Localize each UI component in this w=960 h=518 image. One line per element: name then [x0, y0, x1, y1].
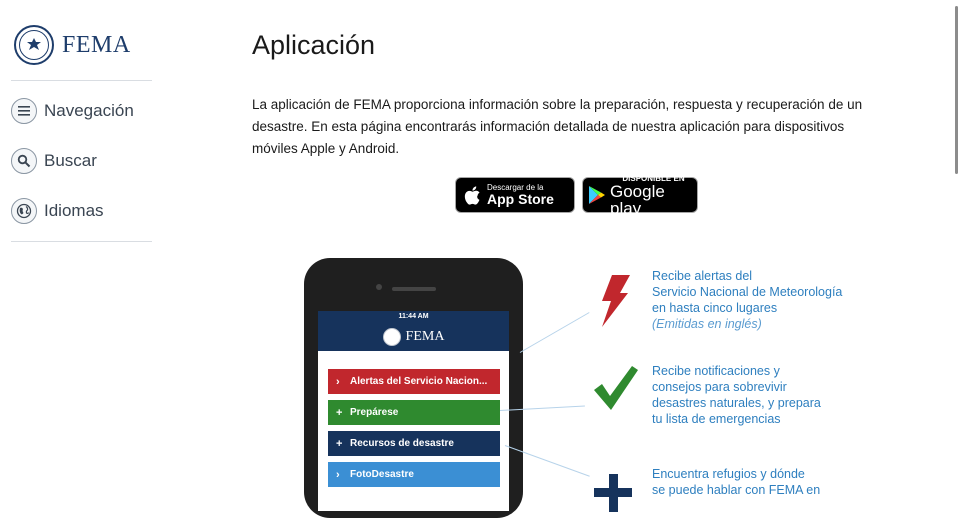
- page-title: Aplicación: [252, 30, 376, 60]
- app-menu-label: FotoDesastre: [350, 469, 414, 480]
- dhs-seal-icon: [14, 25, 54, 65]
- sidebar-item-label: Buscar: [44, 151, 97, 170]
- app-store-big-text: App Store: [487, 191, 554, 207]
- feature-shelters: Encuentra refugios y dónde se puede habl…: [652, 466, 820, 498]
- lightning-icon: [598, 275, 632, 332]
- google-play-button[interactable]: DISPONIBLE EN Google play: [582, 174, 698, 217]
- app-store-button[interactable]: Descargar de la App Store: [455, 177, 575, 213]
- sidebar-divider: [11, 241, 152, 242]
- feature-text: desastres naturales, y prepara: [652, 396, 821, 410]
- sidebar-divider: [11, 80, 152, 81]
- plus-icon: [594, 474, 632, 517]
- intro-paragraph: La aplicación de FEMA proporciona inform…: [252, 97, 863, 156]
- phone-speaker: [392, 287, 436, 291]
- google-play-big-text: Google play: [610, 181, 665, 218]
- phone-illustration: 11:44 AM FEMA › Alertas del Servicio Nac…: [304, 258, 523, 518]
- sidebar-item-label: Navegación: [44, 101, 134, 120]
- app-menu-item-alerts: › Alertas del Servicio Nacion...: [328, 369, 500, 394]
- checkmark-icon: [592, 364, 640, 417]
- feature-text: Servicio Nacional de Meteorología: [652, 285, 843, 299]
- logo-text: FEMA: [62, 31, 131, 58]
- app-menu-label: Alertas del Servicio Nacion...: [350, 376, 488, 387]
- search-icon: [11, 148, 37, 174]
- feature-text: Recibe notificaciones y: [652, 364, 780, 378]
- fema-logo[interactable]: FEMA: [14, 25, 131, 65]
- app-header: FEMA: [318, 323, 509, 351]
- feature-weather-alerts: Recibe alertas del Servicio Nacional de …: [652, 268, 842, 332]
- app-menu-item-recursos: + Recursos de desastre: [328, 431, 500, 456]
- sidebar: FEMA Navegación Buscar Idiomas: [0, 0, 160, 495]
- feature-text: en hasta cinco lugares: [652, 301, 778, 315]
- sidebar-item-buscar[interactable]: Buscar: [11, 148, 97, 174]
- plus-icon: +: [336, 437, 343, 450]
- vertical-scrollbar[interactable]: [953, 0, 960, 495]
- sidebar-item-label: Idiomas: [44, 201, 104, 220]
- feature-text: Encuentra refugios y dónde: [652, 467, 805, 481]
- app-menu-item-preparese: + Prepárese: [328, 400, 500, 425]
- app-menu-item-fotodesastre: › FotoDesastre: [328, 462, 500, 487]
- app-header-title: FEMA: [405, 329, 445, 344]
- app-seal-icon: [382, 328, 401, 346]
- feature-text: Recibe alertas del: [652, 269, 753, 283]
- app-menu-label: Recursos de desastre: [350, 438, 454, 449]
- feature-text: tu lista de emergencias: [652, 412, 781, 426]
- chevron-right-icon: ›: [336, 468, 340, 481]
- apple-icon: [463, 185, 481, 206]
- feature-text: consejos para sobrevivir: [652, 380, 787, 394]
- connector-line: [519, 312, 590, 353]
- menu-icon: [11, 98, 37, 124]
- google-play-icon: [588, 185, 606, 205]
- plus-icon: +: [336, 406, 343, 419]
- globe-icon: [11, 198, 37, 224]
- app-menu-label: Prepárese: [350, 407, 399, 418]
- feature-note: (Emitidas en inglés): [652, 317, 762, 331]
- phone-screen: 11:44 AM FEMA › Alertas del Servicio Nac…: [318, 311, 509, 511]
- phone-camera: [376, 284, 382, 290]
- chevron-right-icon: ›: [336, 375, 340, 388]
- scrollbar-thumb[interactable]: [955, 6, 958, 174]
- feature-notifications: Recibe notificaciones y consejos para so…: [652, 363, 821, 427]
- sidebar-item-idiomas[interactable]: Idiomas: [11, 198, 104, 224]
- sidebar-item-navegacion[interactable]: Navegación: [11, 98, 134, 124]
- phone-status-time: 11:44 AM: [318, 311, 509, 323]
